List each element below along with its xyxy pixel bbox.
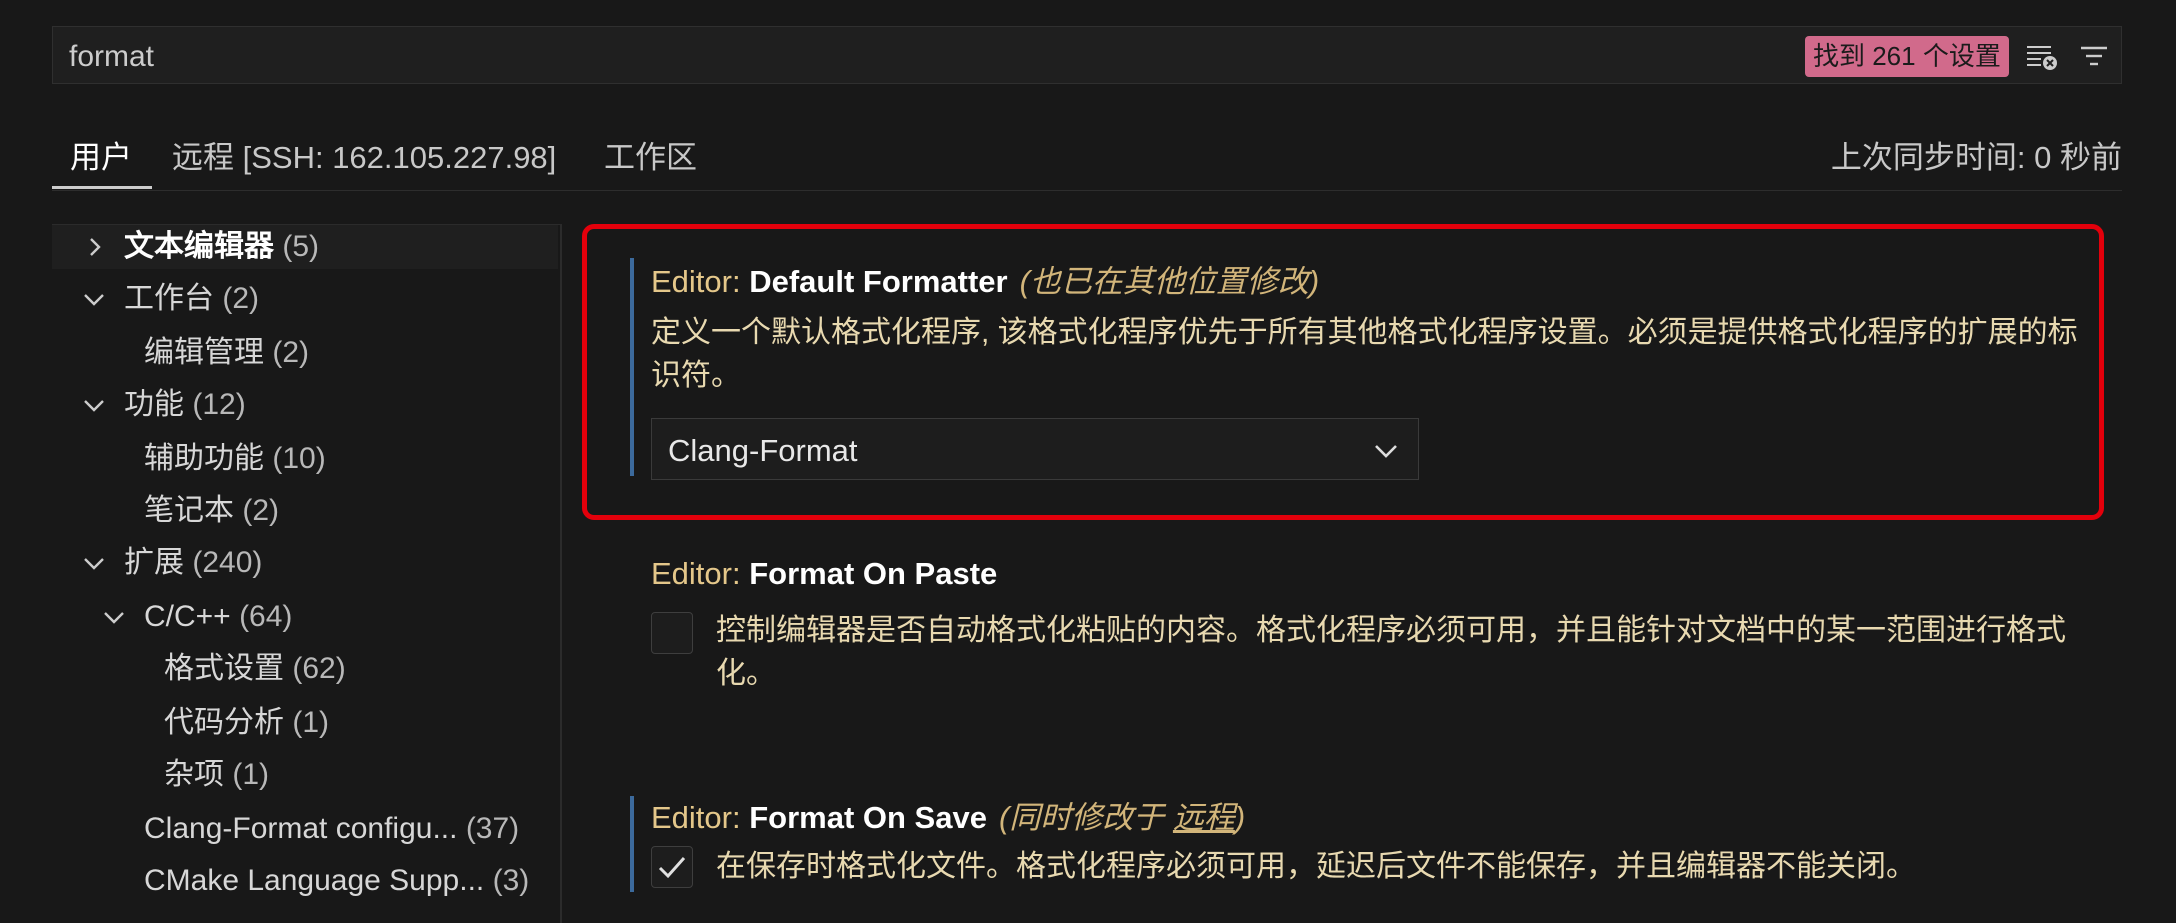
toc-item-cmake[interactable]: CMake Language Supp... (3) xyxy=(144,859,529,903)
chevron-down-icon[interactable] xyxy=(102,605,126,629)
toc-item-extensions[interactable]: 扩展 (240) xyxy=(124,541,262,585)
clear-filter-icon[interactable] xyxy=(2025,41,2059,71)
setting-accent-bar xyxy=(630,796,634,892)
chevron-right-icon[interactable] xyxy=(82,235,106,259)
tab-user[interactable]: 用户 xyxy=(70,132,132,177)
filter-icon[interactable] xyxy=(2077,41,2111,71)
toc-item-accessibility[interactable]: 辅助功能 (10) xyxy=(144,437,326,481)
result-count-badge: 找到 261 个设置 xyxy=(1805,36,2009,77)
toc-item-features[interactable]: 功能 (12) xyxy=(124,383,246,427)
remote-link[interactable]: 远程 xyxy=(1173,800,1235,835)
tab-remote[interactable]: 远程 [SSH: 162.105.227.98] xyxy=(172,132,556,177)
toc-item-editor-management[interactable]: 编辑管理 (2) xyxy=(144,331,309,375)
setting-title-format-on-save: Editor: Format On Save (同时修改于 远程) xyxy=(651,800,1246,835)
format-on-save-checkbox[interactable] xyxy=(651,846,693,888)
check-icon xyxy=(658,857,686,879)
toc-item-notebook[interactable]: 笔记本 (2) xyxy=(144,489,279,533)
settings-scope-tabs: 用户 远程 [SSH: 162.105.227.98] 工作区 上次同步时间: … xyxy=(52,118,2122,191)
toc-item-formatting[interactable]: 格式设置 (62) xyxy=(164,647,346,691)
tab-workspace[interactable]: 工作区 xyxy=(604,132,697,177)
chevron-down-icon[interactable] xyxy=(82,551,106,575)
chevron-down-icon[interactable] xyxy=(82,287,106,311)
toc-item-cpp[interactable]: C/C++ (64) xyxy=(144,595,292,639)
highlight-annotation-box xyxy=(582,224,2104,520)
toc-item-workbench[interactable]: 工作台 (2) xyxy=(124,277,259,321)
settings-toc: 文本编辑器 (5) 工作台 (2) 编辑管理 (2) 功能 (12) 辅助功能 … xyxy=(52,224,562,923)
settings-search-box[interactable]: format 找到 261 个设置 xyxy=(52,26,2122,84)
chevron-down-icon[interactable] xyxy=(82,393,106,417)
sync-status: 上次同步时间: 0 秒前 xyxy=(1830,140,2122,175)
setting-title-format-on-paste: Editor: Format On Paste xyxy=(651,556,998,591)
format-on-paste-checkbox[interactable] xyxy=(651,612,693,654)
active-tab-indicator xyxy=(52,186,152,189)
toc-item-clang-format[interactable]: Clang-Format configu... (37) xyxy=(144,807,519,851)
toc-item-misc[interactable]: 杂项 (1) xyxy=(164,753,269,797)
setting-description-format-on-save: 在保存时格式化文件。格式化程序必须可用，延迟后文件不能保存，并且编辑器不能关闭。 xyxy=(716,850,1916,883)
search-input[interactable]: format xyxy=(69,40,154,74)
toc-item-text-editor[interactable]: 文本编辑器 (5) xyxy=(124,225,319,269)
toc-item-code-analysis[interactable]: 代码分析 (1) xyxy=(164,701,329,745)
setting-description-format-on-paste: 控制编辑器是否自动格式化粘贴的内容。格式化程序必须可用，并且能针对文档中的某一范… xyxy=(716,614,2066,690)
